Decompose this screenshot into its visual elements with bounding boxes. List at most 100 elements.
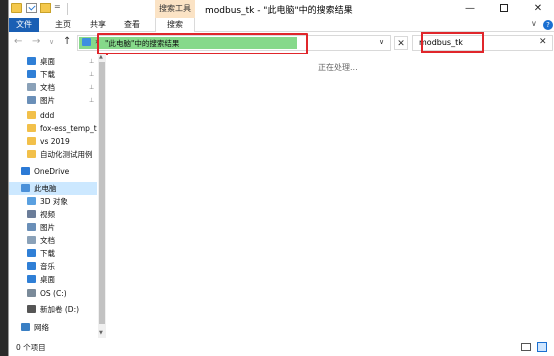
status-bar: 0 个项目 xyxy=(9,338,554,356)
minimize-button[interactable]: — xyxy=(453,0,487,18)
pin-icon[interactable]: ⊥ xyxy=(89,94,94,107)
window-title: modbus_tk - "此电脑"中的搜索结果 xyxy=(205,6,353,16)
maximize-button[interactable] xyxy=(487,0,521,18)
properties-icon[interactable] xyxy=(26,3,37,13)
sidebar-item-label: 此电脑 xyxy=(34,184,57,193)
sidebar-item[interactable]: 自动化测试用例 xyxy=(9,148,97,161)
sidebar-item[interactable]: 下载 ⊥ xyxy=(9,68,97,81)
sidebar-item[interactable]: 文档 xyxy=(9,234,97,247)
drive-d-icon xyxy=(27,305,36,313)
sidebar-item-label: 图片 xyxy=(40,96,55,105)
sidebar-item[interactable]: 下载 xyxy=(9,247,97,260)
sidebar-item-label: OS (C:) xyxy=(40,289,67,298)
search-tools-header: 搜索工具 xyxy=(155,0,195,18)
address-dropdown-icon[interactable]: ∨ xyxy=(379,38,384,46)
recent-locations-button[interactable]: ∨ xyxy=(49,38,54,46)
scroll-thumb[interactable] xyxy=(99,62,105,324)
onedrive-icon xyxy=(21,167,30,175)
sidebar-item[interactable]: vs 2019 xyxy=(9,135,97,148)
tab-view[interactable]: 查看 xyxy=(119,18,145,32)
sidebar-item-label: 桌面 xyxy=(40,275,55,284)
videos-icon xyxy=(27,210,36,218)
tab-home[interactable]: 主页 xyxy=(50,18,76,32)
sidebar-item-label: fox-ess_temp_t xyxy=(40,124,97,133)
sidebar-item-label: 自动化测试用例 xyxy=(40,150,93,159)
scroll-down-icon[interactable]: ▼ xyxy=(99,330,103,336)
processing-message: 正在处理... xyxy=(318,63,358,72)
pictures-icon xyxy=(27,223,36,231)
up-button[interactable]: ↑ xyxy=(63,36,71,47)
desktop-icon xyxy=(27,275,36,283)
sidebar-item[interactable]: 视频 xyxy=(9,208,97,221)
network-icon xyxy=(21,323,30,331)
desktop-background xyxy=(0,0,8,356)
sidebar-item[interactable]: fox-ess_temp_t xyxy=(9,122,97,135)
navigation-pane: 桌面 ⊥ 下载 ⊥ 文档 ⊥ 图片 ⊥ ddd fox-ess_temp_t vs 2019 自动化测… xyxy=(9,54,105,338)
pictures-icon xyxy=(27,96,36,104)
sidebar-item[interactable]: OneDrive xyxy=(9,165,97,178)
sidebar-item-label: 网络 xyxy=(34,323,49,332)
sidebar-item-label: 3D 对象 xyxy=(40,197,68,206)
sidebar-item[interactable]: 桌面 xyxy=(9,273,97,286)
stop-search-button[interactable]: ✕ xyxy=(394,36,408,50)
sidebar-item[interactable]: 新加卷 (D:) xyxy=(9,303,97,316)
documents-icon xyxy=(27,236,36,244)
sidebar-item-label: 图片 xyxy=(40,223,55,232)
maximize-icon xyxy=(500,4,508,12)
tab-file[interactable]: 文件 xyxy=(9,18,39,32)
sidebar-item[interactable]: ddd xyxy=(9,109,97,122)
3d-objects-icon xyxy=(27,197,36,205)
item-count: 0 个项目 xyxy=(16,343,46,352)
sidebar-item[interactable]: 音乐 xyxy=(9,260,97,273)
sidebar-item[interactable]: 网络 xyxy=(9,321,97,334)
close-button[interactable]: ✕ xyxy=(521,0,554,18)
ribbon-expand-icon[interactable]: ∨ xyxy=(531,19,537,28)
music-icon xyxy=(27,262,36,270)
sidebar-item-label: 下载 xyxy=(40,249,55,258)
back-button[interactable]: ← xyxy=(14,36,22,47)
sidebar-item[interactable]: 图片 xyxy=(9,221,97,234)
results-pane[interactable]: 正在处理... xyxy=(108,54,554,338)
folder-icon xyxy=(27,150,36,158)
sidebar-item-label: 文档 xyxy=(40,236,55,245)
sidebar-item-label: vs 2019 xyxy=(40,137,70,146)
title-bar: = 搜索工具 modbus_tk - "此电脑"中的搜索结果 — ✕ xyxy=(9,0,554,18)
sidebar-item-label: ddd xyxy=(40,111,55,120)
sidebar-item-label: 音乐 xyxy=(40,262,55,271)
new-folder-icon[interactable] xyxy=(40,3,51,13)
pin-icon[interactable]: ⊥ xyxy=(89,68,94,81)
pin-icon[interactable]: ⊥ xyxy=(89,81,94,94)
download-icon xyxy=(27,249,36,257)
large-icons-view-icon[interactable] xyxy=(537,342,547,352)
sidebar-item[interactable]: 文档 ⊥ xyxy=(9,81,97,94)
this-pc-icon xyxy=(21,184,30,192)
tab-search[interactable]: 搜索 xyxy=(155,18,195,32)
drive-c-icon xyxy=(27,289,36,297)
sidebar-item-label: 桌面 xyxy=(40,57,55,66)
pin-icon[interactable]: ⊥ xyxy=(89,55,94,68)
folder-icon xyxy=(27,137,36,145)
search-highlight-box xyxy=(421,32,484,53)
address-highlight-box xyxy=(97,33,308,55)
search-location-icon xyxy=(82,38,91,46)
sidebar-item[interactable]: 3D 对象 xyxy=(9,195,97,208)
title-separator xyxy=(67,3,68,15)
sidebar-item[interactable]: OS (C:) xyxy=(9,287,97,300)
folder-icon xyxy=(27,124,36,132)
sidebar-item[interactable]: 图片 ⊥ xyxy=(9,94,97,107)
nav-scrollbar[interactable]: ▲ ▼ xyxy=(98,54,106,338)
scroll-up-icon[interactable]: ▲ xyxy=(99,54,103,60)
clear-search-icon[interactable]: ✕ xyxy=(539,37,547,47)
sidebar-item-label: 新加卷 (D:) xyxy=(40,305,80,314)
forward-button[interactable]: → xyxy=(32,36,40,47)
tab-share[interactable]: 共享 xyxy=(85,18,111,32)
help-icon[interactable]: ? xyxy=(543,20,553,30)
folder-icon[interactable] xyxy=(11,3,22,13)
details-view-icon[interactable] xyxy=(521,343,531,351)
sidebar-item[interactable]: 此电脑 xyxy=(9,182,97,195)
quick-access-dropdown[interactable]: = xyxy=(54,2,61,11)
sidebar-item-label: OneDrive xyxy=(34,167,70,176)
download-icon xyxy=(27,70,36,78)
sidebar-item[interactable]: 桌面 ⊥ xyxy=(9,55,97,68)
desktop-icon xyxy=(27,57,36,65)
